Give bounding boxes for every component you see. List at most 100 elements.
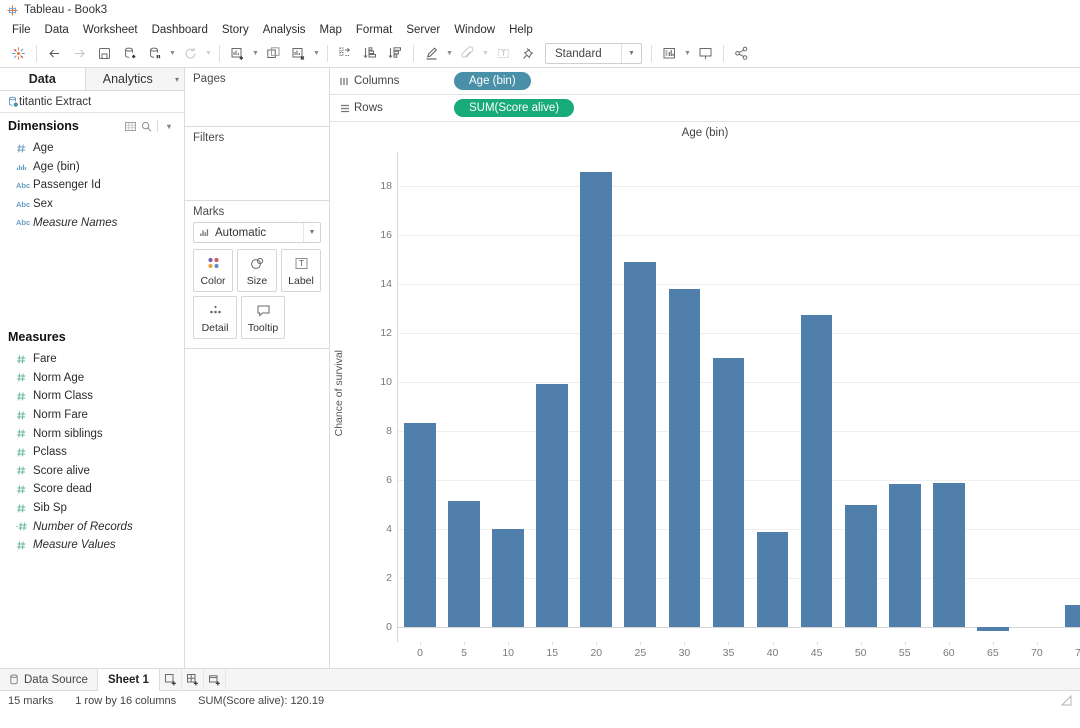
dimension-field-age[interactable]: Age: [0, 139, 184, 158]
chart-bar[interactable]: [845, 505, 877, 628]
new-story-icon[interactable]: [204, 669, 226, 691]
chart-bar[interactable]: [977, 627, 1009, 631]
measure-field-measure-values[interactable]: Measure Values: [0, 536, 184, 555]
share-icon[interactable]: [729, 42, 754, 66]
refresh-caret-icon[interactable]: ▼: [203, 42, 214, 66]
chevron-down-icon[interactable]: ▾: [162, 119, 176, 133]
dimension-field-sex[interactable]: Abc Sex: [0, 195, 184, 214]
chart-bar[interactable]: [713, 358, 745, 628]
measure-field-norm-fare[interactable]: Norm Fare: [0, 406, 184, 425]
paperclip-icon[interactable]: [455, 42, 480, 66]
group-members-caret-icon[interactable]: ▼: [480, 42, 491, 66]
x-axis-tick-label[interactable]: 45: [811, 647, 823, 659]
dimension-field-age-bin[interactable]: Age (bin): [0, 158, 184, 177]
back-button[interactable]: [42, 42, 67, 66]
tableau-sparkle-icon[interactable]: [6, 42, 31, 66]
chevron-down-icon[interactable]: ▼: [303, 223, 320, 242]
x-axis-tick-label[interactable]: 15: [546, 647, 558, 659]
chart-bar[interactable]: [492, 529, 524, 627]
fit-select[interactable]: Standard ▼: [545, 43, 642, 64]
menu-dashboard[interactable]: Dashboard: [145, 22, 215, 38]
pause-auto-update-caret-icon[interactable]: ▼: [167, 42, 178, 66]
x-axis-tick-label[interactable]: 60: [943, 647, 955, 659]
x-axis-tick-label[interactable]: 5: [461, 647, 467, 659]
text-label-icon[interactable]: T: [491, 42, 516, 66]
data-source-tab[interactable]: Data Source: [0, 669, 98, 691]
chart-bar[interactable]: [1065, 605, 1080, 627]
measure-field-norm-siblings[interactable]: Norm siblings: [0, 424, 184, 443]
pushpin-icon[interactable]: [516, 42, 541, 66]
menu-story[interactable]: Story: [215, 22, 256, 38]
save-icon[interactable]: [92, 42, 117, 66]
x-axis-tick-label[interactable]: 10: [502, 647, 514, 659]
x-axis-tick-label[interactable]: 75: [1075, 647, 1080, 659]
detail-button[interactable]: Detail: [193, 296, 237, 339]
filters-drop-zone[interactable]: [193, 146, 321, 195]
measure-field-norm-age[interactable]: Norm Age: [0, 369, 184, 388]
x-axis-tick-label[interactable]: 40: [767, 647, 779, 659]
columns-shelf[interactable]: Columns Age (bin): [330, 68, 1080, 95]
chart-bar[interactable]: [580, 172, 612, 628]
measure-field-score-alive[interactable]: Score alive: [0, 462, 184, 481]
menu-data[interactable]: Data: [38, 22, 76, 38]
search-icon[interactable]: [139, 119, 153, 133]
x-axis-tick-label[interactable]: 25: [635, 647, 647, 659]
refresh-icon[interactable]: [178, 42, 203, 66]
x-axis-tick-label[interactable]: 50: [855, 647, 867, 659]
measure-field-sib-sp[interactable]: Sib Sp: [0, 499, 184, 518]
chart-bar[interactable]: [669, 289, 701, 627]
label-button[interactable]: T Label: [281, 249, 321, 292]
new-worksheet-icon[interactable]: [160, 669, 182, 691]
x-axis-tick-label[interactable]: 35: [723, 647, 735, 659]
rows-shelf[interactable]: Rows SUM(Score alive): [330, 95, 1080, 122]
measure-field-fare[interactable]: Fare: [0, 350, 184, 369]
highlighter-icon[interactable]: [419, 42, 444, 66]
chart-bar[interactable]: [757, 532, 789, 628]
tooltip-button[interactable]: Tooltip: [241, 296, 285, 339]
pill-age-bin[interactable]: Age (bin): [454, 72, 531, 90]
chevron-down-icon[interactable]: ▼: [621, 44, 641, 63]
menu-server[interactable]: Server: [399, 22, 447, 38]
presentation-icon[interactable]: [693, 42, 718, 66]
menu-window[interactable]: Window: [447, 22, 502, 38]
menu-help[interactable]: Help: [502, 22, 540, 38]
show-me-caret-icon[interactable]: ▼: [682, 42, 693, 66]
clear-sheet-caret-icon[interactable]: ▼: [311, 42, 322, 66]
x-axis-tick-label[interactable]: 55: [899, 647, 911, 659]
chart-bar[interactable]: [933, 483, 965, 628]
menu-file[interactable]: File: [6, 22, 38, 38]
menu-worksheet[interactable]: Worksheet: [76, 22, 145, 38]
grid-view-icon[interactable]: [123, 119, 137, 133]
color-button[interactable]: Color: [193, 249, 233, 292]
chart-bar[interactable]: [801, 315, 833, 627]
x-axis-tick-label[interactable]: 0: [417, 647, 423, 659]
sort-asc-icon[interactable]: [358, 42, 383, 66]
measure-field-number-of-records[interactable]: Number of Records: [0, 517, 184, 536]
dimension-field-measure-names[interactable]: Abc Measure Names: [0, 213, 184, 232]
data-pane-caret-icon[interactable]: ▾: [170, 68, 184, 90]
worksheet-tab-sheet-1[interactable]: Sheet 1: [98, 669, 160, 691]
menu-format[interactable]: Format: [349, 22, 399, 38]
measure-field-score-dead[interactable]: Score dead: [0, 480, 184, 499]
menu-analysis[interactable]: Analysis: [256, 22, 313, 38]
x-axis-tick-label[interactable]: 65: [987, 647, 999, 659]
chart-bar[interactable]: [404, 423, 436, 628]
sheet-add-icon[interactable]: [225, 42, 250, 66]
chart-canvas[interactable]: Age (bin) Chance of survival 02468101214…: [330, 122, 1080, 668]
menu-map[interactable]: Map: [313, 22, 349, 38]
size-button[interactable]: Size: [237, 249, 277, 292]
swap-axes-icon[interactable]: [333, 42, 358, 66]
show-me-icon[interactable]: [657, 42, 682, 66]
forward-button[interactable]: [67, 42, 92, 66]
new-worksheet-caret-icon[interactable]: ▼: [250, 42, 261, 66]
tab-data[interactable]: Data: [0, 68, 86, 90]
dimension-field-passenger-id[interactable]: Abc Passenger Id: [0, 176, 184, 195]
data-source-item[interactable]: titantic Extract: [0, 91, 184, 113]
new-dashboard-icon[interactable]: [182, 669, 204, 691]
sheet-clear-icon[interactable]: [286, 42, 311, 66]
x-axis-tick-label[interactable]: 20: [590, 647, 602, 659]
measure-field-pclass[interactable]: Pclass: [0, 443, 184, 462]
tab-analytics[interactable]: Analytics: [86, 68, 171, 90]
plot-area[interactable]: 0246810121416180510152025303540455055606…: [398, 152, 1080, 642]
chart-bar[interactable]: [624, 262, 656, 627]
